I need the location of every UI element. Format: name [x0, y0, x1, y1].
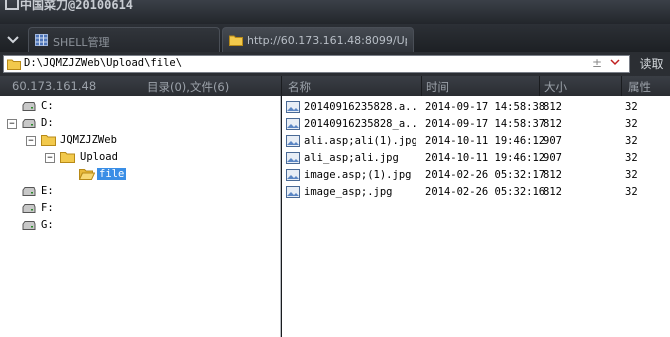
file-list: 20140916235828.a... 2014-09-17 14:58:38 …	[282, 96, 670, 337]
window-icon	[5, 0, 19, 10]
tab-label: SHELL管理	[53, 36, 110, 49]
file-attr: 32	[625, 186, 638, 198]
header-attr[interactable]: 属性	[628, 79, 651, 95]
table-row[interactable]: ali_asp;ali.jpg 2014-10-11 19:46:12 907 …	[282, 150, 670, 167]
folder-open-icon	[78, 168, 96, 180]
tree-node-label: file	[97, 168, 127, 180]
header-size[interactable]: 大小	[544, 79, 567, 95]
host-label: 60.173.161.48	[12, 79, 97, 93]
file-name: image.asp;(1).jpg	[304, 169, 412, 181]
image-file-icon	[286, 186, 300, 198]
file-time: 2014-09-17 14:58:38	[425, 101, 546, 113]
table-row[interactable]: 20140916235828_a... 2014-09-17 14:58:37 …	[282, 116, 670, 133]
file-size: 812	[543, 101, 562, 113]
header-divider	[621, 76, 622, 96]
path-value: D:\JQMZJZWeb\Upload\file\	[24, 57, 183, 69]
tab-shell-manager[interactable]: SHELL管理	[28, 27, 220, 52]
table-row[interactable]: 20140916235828.a... 2014-09-17 14:58:38 …	[282, 99, 670, 116]
file-time: 2014-09-17 14:58:37	[425, 118, 546, 130]
title-bar: 中国菜刀@20100614	[0, 0, 670, 24]
tree-node-d[interactable]: − D:	[0, 116, 270, 132]
tab-bar: SHELL管理 http://60.173.161.48:8099/Uplo..…	[0, 24, 670, 52]
address-bar: D:\JQMZJZWeb\Upload\file\ ± 读取	[0, 52, 670, 76]
chevron-down-icon[interactable]	[4, 30, 22, 48]
path-input[interactable]: D:\JQMZJZWeb\Upload\file\ ±	[3, 55, 630, 73]
file-name: 20140916235828_a...	[304, 118, 416, 130]
folder-icon	[60, 151, 75, 163]
tree-node-g[interactable]: G:	[0, 218, 270, 234]
tree-node-f[interactable]: F:	[0, 201, 270, 217]
file-attr: 32	[625, 118, 638, 130]
file-size: 812	[543, 169, 562, 181]
dir-summary: 目录(0),文件(6)	[147, 80, 230, 94]
file-attr: 32	[625, 152, 638, 164]
file-name: image_asp;.jpg	[304, 186, 393, 198]
tab-label: http://60.173.161.48:8099/Uplo...	[247, 34, 407, 47]
file-size: 907	[543, 152, 562, 164]
file-time: 2014-10-11 19:46:12	[425, 135, 546, 147]
tree-node-label: Upload	[80, 151, 118, 163]
file-time: 2014-02-26 05:32:17	[425, 169, 546, 181]
tree-node-label: C:	[41, 100, 54, 112]
image-file-icon	[286, 118, 300, 130]
file-time: 2014-10-11 19:46:12	[425, 152, 546, 164]
drive-icon	[22, 119, 36, 128]
header-time[interactable]: 时间	[426, 79, 449, 95]
grid-icon	[35, 34, 48, 46]
file-size: 812	[543, 118, 562, 130]
file-name: ali.asp;ali(1).jpg	[304, 135, 416, 147]
file-attr: 32	[625, 135, 638, 147]
image-file-icon	[286, 101, 300, 113]
folder-icon	[7, 58, 21, 70]
tab-file-manager[interactable]: http://60.173.161.48:8099/Uplo...	[222, 27, 414, 52]
file-size: 812	[543, 186, 562, 198]
column-headers: 60.173.161.48 目录(0),文件(6) 名称 时间 大小 属性	[0, 76, 670, 96]
tree-node-file[interactable]: file	[0, 167, 270, 183]
tree-node-e[interactable]: E:	[0, 184, 270, 200]
header-divider	[539, 76, 540, 96]
image-file-icon	[286, 135, 300, 147]
tree-node-label: D:	[41, 117, 54, 129]
tree-node-label: JQMZJZWeb	[60, 134, 117, 146]
collapse-icon[interactable]: −	[45, 153, 55, 163]
table-row[interactable]: image_asp;.jpg 2014-02-26 05:32:16 812 3…	[282, 184, 670, 201]
file-size: 907	[543, 135, 562, 147]
header-divider	[281, 76, 282, 96]
tree-node-label: G:	[41, 219, 54, 231]
image-file-icon	[286, 169, 300, 181]
file-name: ali_asp;ali.jpg	[304, 152, 399, 164]
tree-node-upload[interactable]: − Upload	[0, 150, 270, 166]
file-attr: 32	[625, 101, 638, 113]
table-row[interactable]: image.asp;(1).jpg 2014-02-26 05:32:17 81…	[282, 167, 670, 184]
file-name: 20140916235828.a...	[304, 101, 416, 113]
header-divider	[421, 76, 422, 96]
tree-node-label: F:	[41, 202, 54, 214]
image-file-icon	[286, 152, 300, 164]
collapse-icon[interactable]: −	[26, 136, 36, 146]
collapse-icon[interactable]: −	[7, 119, 17, 129]
header-name[interactable]: 名称	[288, 79, 311, 95]
table-row[interactable]: ali.asp;ali(1).jpg 2014-10-11 19:46:12 9…	[282, 133, 670, 150]
file-attr: 32	[625, 169, 638, 181]
folder-icon	[229, 34, 243, 46]
tree-node-label: E:	[41, 185, 54, 197]
drive-icon	[22, 221, 36, 230]
folder-icon	[41, 134, 56, 146]
directory-tree: C: − D: − JQMZJZWeb − Upload file E: F: …	[0, 96, 281, 337]
plus-minus-icon[interactable]: ±	[592, 56, 602, 70]
tree-node-jqmzjzweb[interactable]: − JQMZJZWeb	[0, 133, 270, 149]
window-title: 中国菜刀@20100614	[20, 0, 134, 12]
drive-icon	[22, 102, 36, 111]
drive-icon	[22, 204, 36, 213]
read-button[interactable]: 读取	[633, 55, 670, 73]
dropdown-chevron-icon[interactable]	[610, 57, 620, 70]
drive-icon	[22, 187, 36, 196]
file-time: 2014-02-26 05:32:16	[425, 186, 546, 198]
tree-node-c[interactable]: C:	[0, 99, 270, 115]
